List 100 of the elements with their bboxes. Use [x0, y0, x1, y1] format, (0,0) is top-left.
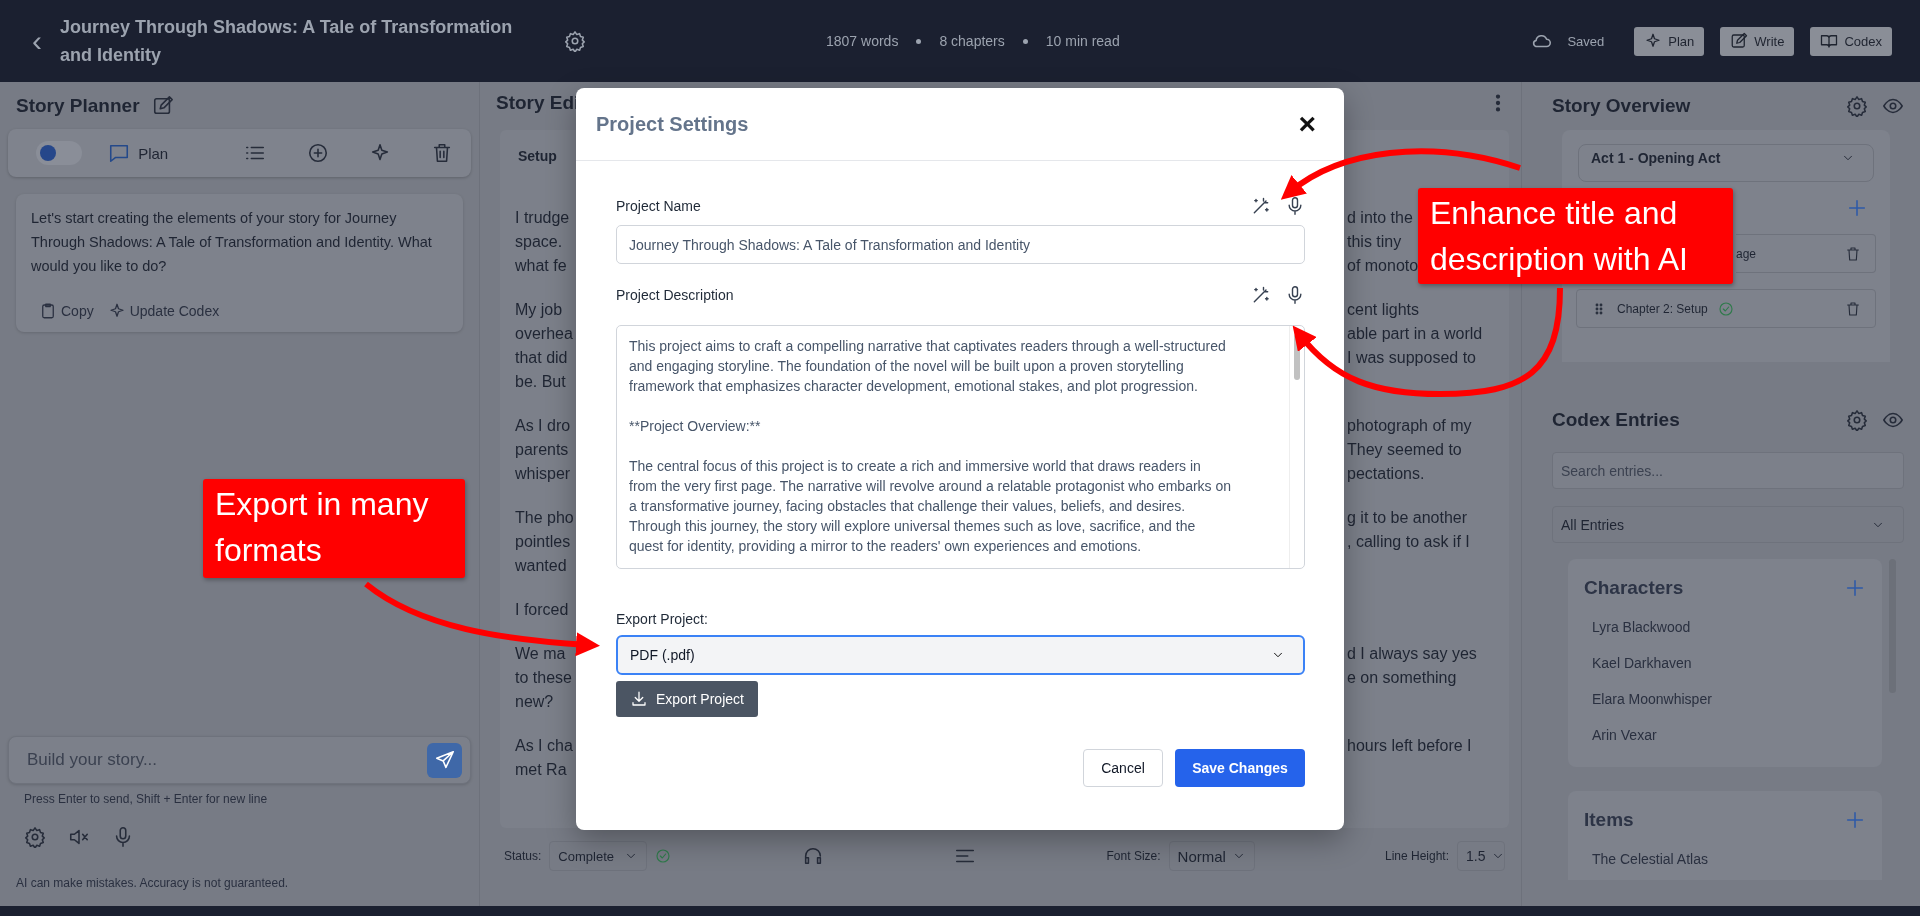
group-title: Items: [1584, 809, 1634, 831]
story-text: able part in a world: [1347, 324, 1484, 344]
magic-wand-icon[interactable]: [1251, 196, 1271, 216]
story-text: The pho: [515, 508, 575, 528]
story-text: photograph of my: [1347, 416, 1473, 436]
story-text: new?: [515, 692, 555, 712]
field-label: Font Size:: [1106, 849, 1161, 863]
field-label: Project Name: [616, 198, 702, 214]
story-text: space.: [515, 232, 564, 252]
story-text: be. But: [515, 372, 567, 392]
separator-dot: [1022, 38, 1028, 44]
message-action[interactable]: Update Codex: [107, 302, 220, 320]
project-title: Journey Through Shadows: A Tale of Transformation and Identity: [60, 16, 514, 67]
stat-text: 1807 words: [826, 33, 899, 49]
edit-icon: [1730, 32, 1749, 50]
mode-toggle[interactable]: [36, 141, 82, 165]
story-text: wanted: [515, 556, 568, 576]
settings-icon[interactable]: [564, 30, 586, 52]
panel-title: Story Overview: [1552, 95, 1692, 117]
close-button[interactable]: ×: [1294, 109, 1320, 139]
back-button[interactable]: ‹: [28, 26, 46, 56]
chat-input[interactable]: Build your story...: [25, 749, 427, 771]
story-text: As I cha: [515, 736, 574, 756]
sparkle-icon: [107, 302, 126, 320]
save-status: Saved: [1567, 33, 1605, 49]
mode-button[interactable]: Plan: [1634, 26, 1705, 56]
font-size-select[interactable]: Normal: [1168, 841, 1255, 871]
stat-text: 8 chapters: [939, 33, 1005, 49]
assistant-message: Let's start creating the elements of your story for Journey Through Shadows: A Tale of Transformation and Identity. What would you like to do?: [31, 209, 433, 276]
mode-button[interactable]: Codex: [1810, 26, 1892, 56]
codex-entry[interactable]: Elara Moonwhisper: [1584, 681, 1866, 717]
chapter-title: Chapter 2: Setup: [1617, 301, 1708, 316]
magic-wand-icon[interactable]: [1251, 285, 1271, 305]
story-text: I forced: [515, 600, 570, 620]
story-text: cent lights: [1347, 300, 1421, 320]
send-button[interactable]: [427, 742, 462, 778]
codex-entry[interactable]: The Celestial Atlas: [1584, 841, 1866, 877]
annotation-callout: Enhance title and description with AI: [1418, 188, 1733, 284]
filter-select[interactable]: All Entries: [1552, 506, 1904, 543]
book-icon: [1820, 32, 1839, 50]
story-text: My job: [515, 300, 564, 320]
annotation-callout: Export in many formats: [203, 479, 465, 578]
export-button[interactable]: Export Project: [616, 681, 758, 717]
story-text: met Ra: [515, 760, 568, 780]
story-text: this tiny: [1347, 232, 1403, 252]
field-label: Export Project:: [616, 611, 709, 627]
group-title: Characters: [1584, 577, 1684, 599]
settings-icon[interactable]: [24, 826, 46, 848]
project-name-field[interactable]: Journey Through Shadows: A Tale of Transformation and Identity: [616, 225, 1305, 264]
settings-icon[interactable]: [1846, 409, 1868, 431]
story-text: what fe: [515, 256, 568, 276]
codex-entry[interactable]: Arin Vexar: [1584, 717, 1866, 753]
search-field[interactable]: Search entries...: [1552, 452, 1904, 489]
story-text: I was supposed to: [1347, 348, 1477, 368]
act-select[interactable]: Act 1 - Opening Act: [1578, 144, 1874, 182]
trash-icon[interactable]: [1845, 245, 1861, 262]
codex-entry[interactable]: Lyra Blackwood: [1584, 609, 1866, 645]
story-text: As I dro: [515, 416, 572, 436]
panel-title: Codex Entries: [1552, 409, 1681, 431]
input-hint: Press Enter to send, Shift + Enter for new line: [23, 791, 269, 806]
clipboard-icon: [39, 302, 57, 320]
field-label: Project Description: [616, 287, 735, 303]
story-text: that did: [515, 348, 569, 368]
story-text: , calling to ask if I: [1347, 532, 1471, 552]
dialog-title: Project Settings: [596, 112, 749, 136]
send-icon: [433, 749, 456, 771]
export-format-select[interactable]: PDF (.pdf): [616, 635, 1305, 675]
story-text: e on something: [1347, 668, 1458, 688]
line-height-select[interactable]: 1.5: [1457, 841, 1505, 871]
plan-button[interactable]: Plan: [102, 141, 175, 165]
story-text: d I always say yes: [1347, 644, 1478, 664]
chapter-row[interactable]: age: [1736, 234, 1876, 273]
chapter-row[interactable]: Chapter 2: Setup: [1576, 289, 1876, 328]
story-text: to these: [515, 668, 573, 688]
story-text: hours left before I: [1347, 736, 1473, 756]
add-circle-icon[interactable]: [306, 142, 329, 164]
mode-button[interactable]: Write: [1720, 26, 1795, 56]
story-text: parents: [515, 440, 570, 460]
chat-field[interactable]: Build your story...: [8, 736, 471, 784]
cancel-button[interactable]: Cancel: [1083, 749, 1163, 787]
message-action[interactable]: Copy: [39, 302, 94, 320]
panel-title: Story Planner: [16, 95, 140, 117]
story-text: overhea: [515, 324, 574, 344]
story-text: pointles: [515, 532, 572, 552]
field-label: Status:: [504, 849, 542, 863]
sparkle-icon: [1644, 32, 1663, 50]
trash-icon[interactable]: [1845, 300, 1861, 317]
codex-entry[interactable]: Kael Darkhaven: [1584, 645, 1866, 681]
story-text: I trudge: [515, 208, 571, 228]
settings-icon[interactable]: [1846, 95, 1868, 117]
project-description-field[interactable]: This project aims to craft a compelling narrative that captivates readers through a well-structured and engaging storyline. The foundation of the novel will be built upon a proven storytelling framework that emphasizes character development, emotional stakes, and plot progression. **Project Overview:** The central focus of this project is to create a rich and immersive world that draws readers in from the very first page. The narrative will revolve around a relatable protagonist who embarks on a transformative journey, facing obstacles that challenge their values, beliefs, and desires. Through this journey, the story will explore universal themes such as love, sacrifice, and the quest for identity, providing a mirror to the readers' own experiences and emotions.: [616, 325, 1305, 569]
save-button[interactable]: Save Changes: [1175, 749, 1305, 787]
story-text: pectations.: [1347, 464, 1426, 484]
separator-dot: [916, 38, 922, 44]
edit-icon[interactable]: [151, 95, 174, 117]
story-text: whisper: [515, 464, 572, 484]
chat-icon: [108, 142, 131, 164]
check-circle-icon: [655, 848, 672, 864]
status-select[interactable]: Complete: [549, 841, 648, 871]
download-icon: [630, 690, 648, 708]
